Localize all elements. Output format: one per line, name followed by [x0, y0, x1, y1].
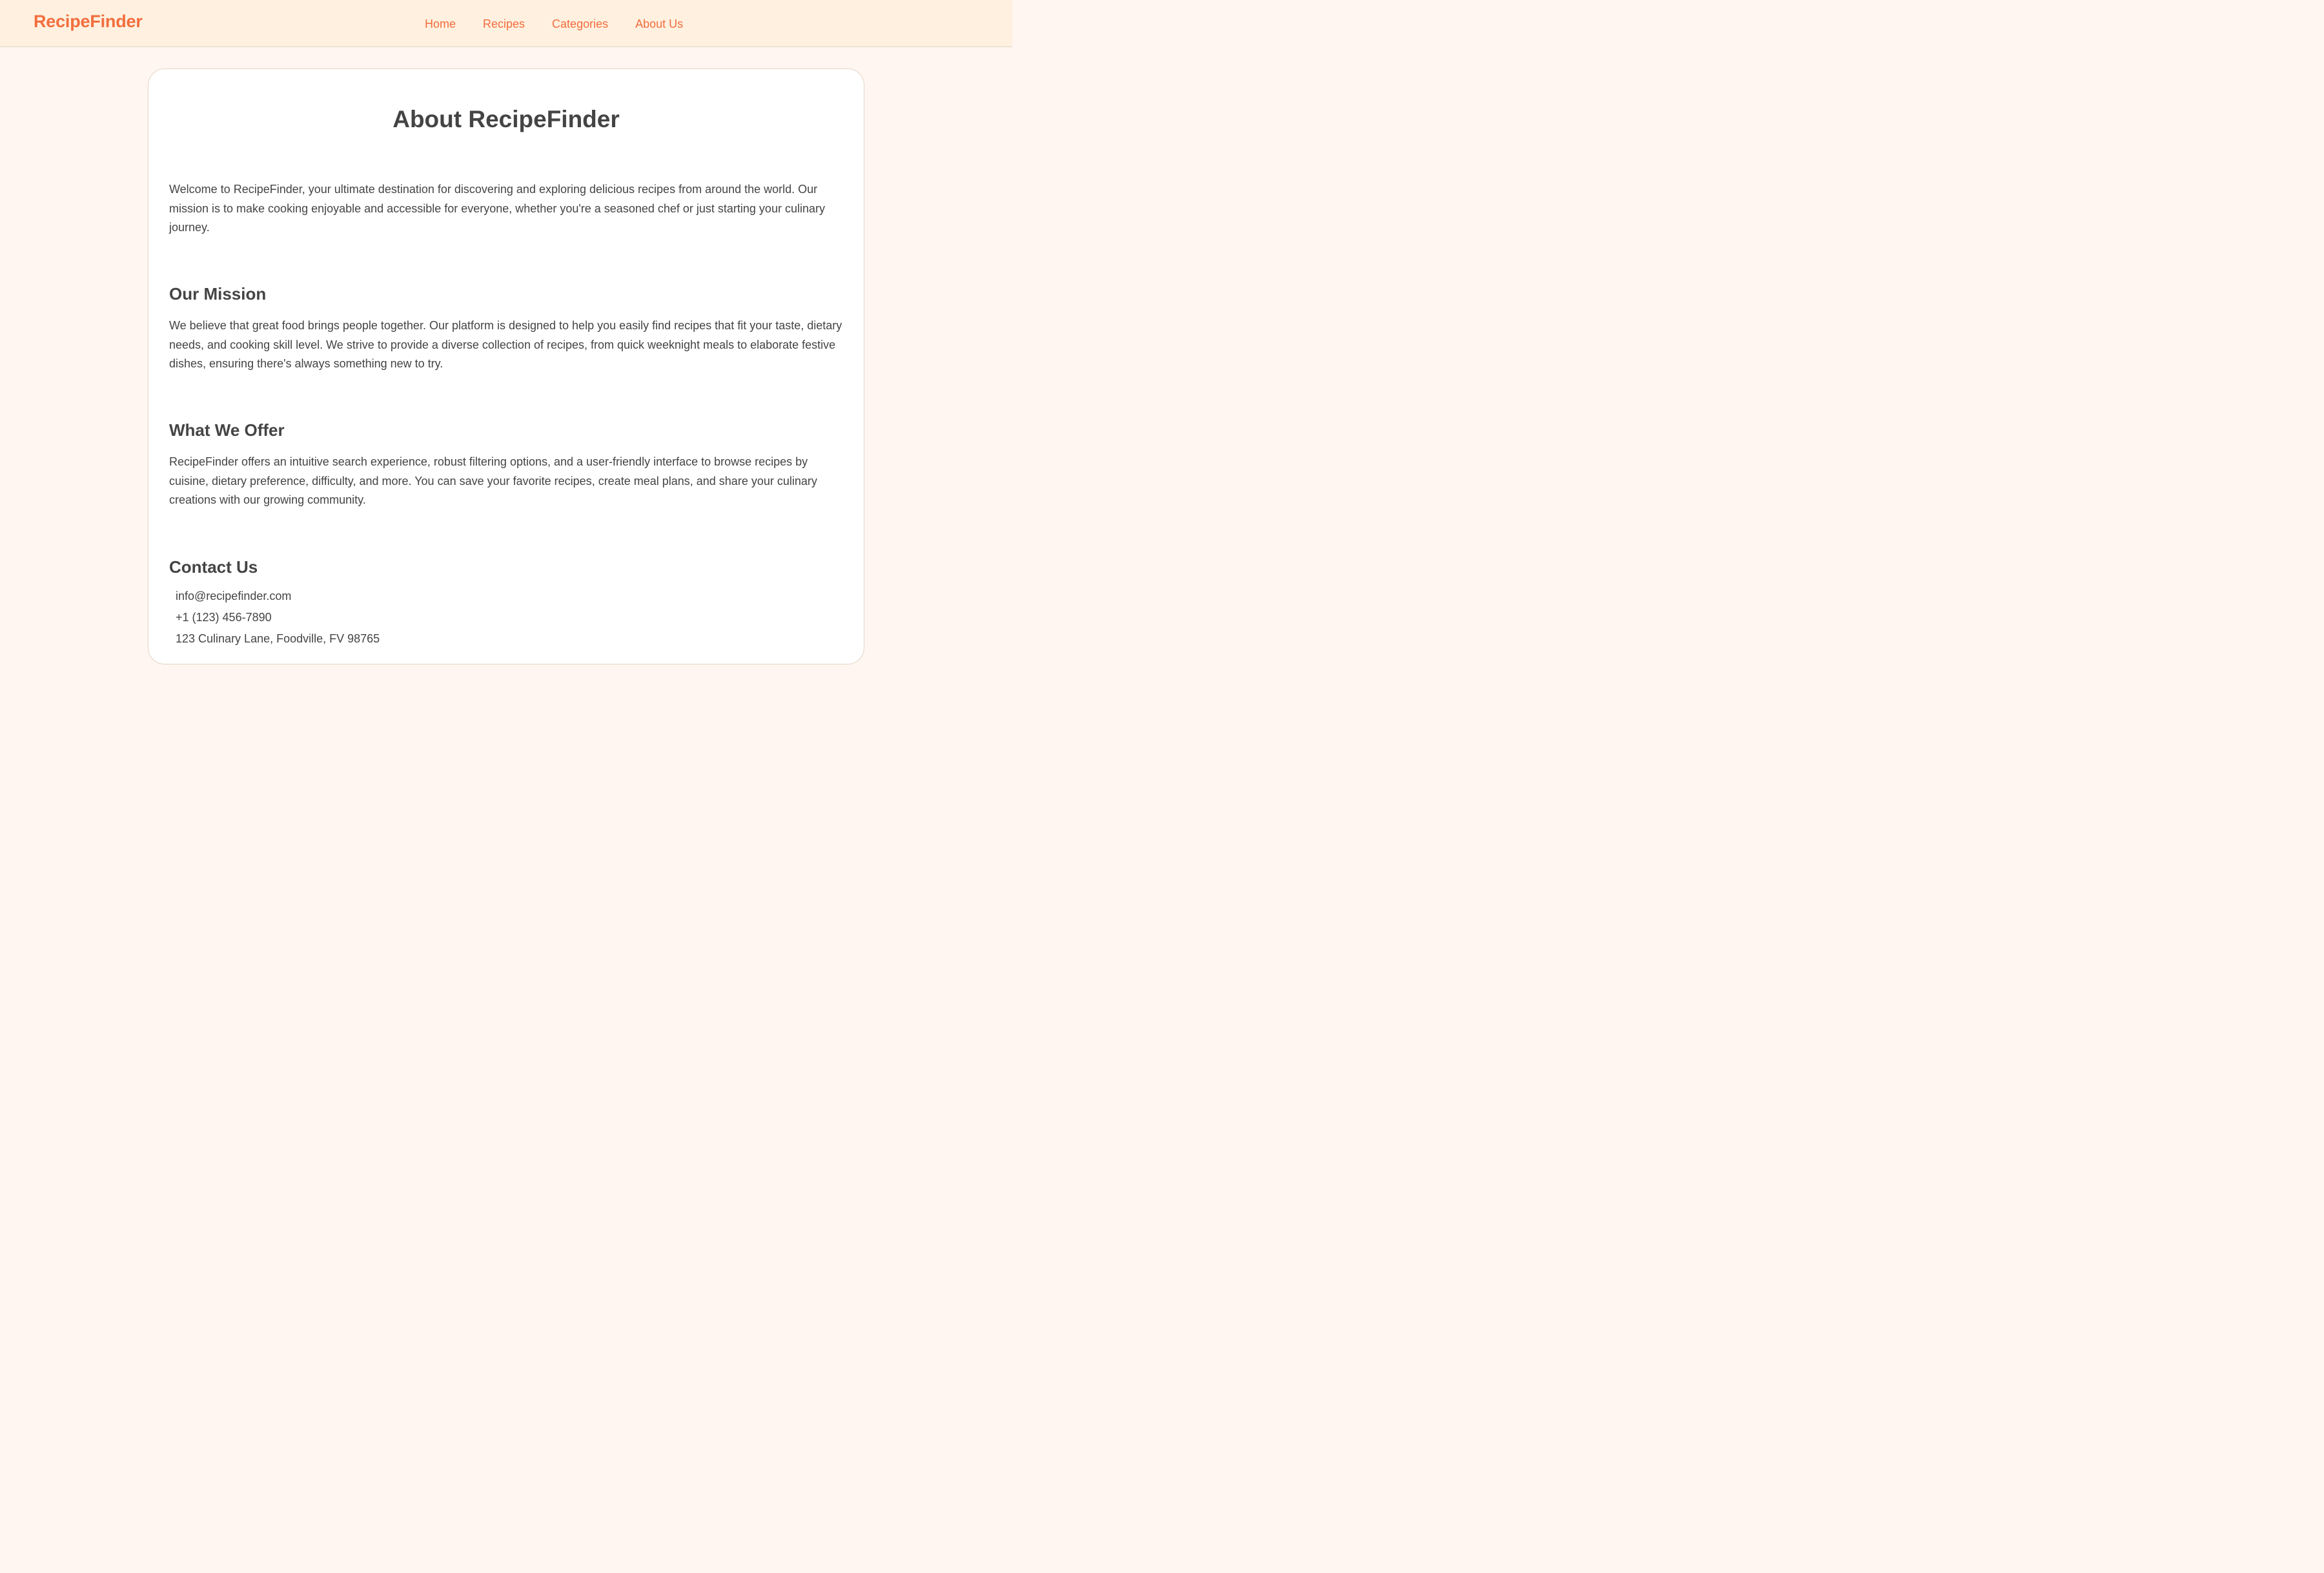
- contact-phone[interactable]: +1 (123) 456-7890: [176, 607, 380, 628]
- nav-link-about-us[interactable]: About Us: [635, 17, 683, 31]
- nav-link-home[interactable]: Home: [425, 17, 456, 31]
- contact-list: info@recipefinder.com +1 (123) 456-7890 …: [176, 586, 380, 650]
- about-content-card: About RecipeFinder Welcome to RecipeFind…: [148, 68, 864, 664]
- offer-paragraph: RecipeFinder offers an intuitive search …: [169, 455, 817, 506]
- mission-paragraph: We believe that great food brings people…: [169, 319, 842, 370]
- intro-paragraph: Welcome to RecipeFinder, your ultimate d…: [169, 183, 825, 234]
- mission-heading: Our Mission: [169, 284, 267, 303]
- brand-logo[interactable]: RecipeFinder: [34, 12, 143, 32]
- contact-email[interactable]: info@recipefinder.com: [176, 586, 380, 607]
- contact-address: 123 Culinary Lane, Foodville, FV 98765: [176, 632, 380, 645]
- contact-heading: Contact Us: [169, 557, 258, 577]
- nav-link-categories[interactable]: Categories: [552, 17, 608, 31]
- page-title: About RecipeFinder: [392, 106, 620, 132]
- main-nav: Home Recipes Categories About Us: [425, 17, 683, 31]
- top-navigation-bar: RecipeFinder Home Recipes Categories Abo…: [0, 0, 1012, 47]
- offer-heading: What We Offer: [169, 420, 285, 440]
- nav-link-recipes[interactable]: Recipes: [483, 17, 525, 31]
